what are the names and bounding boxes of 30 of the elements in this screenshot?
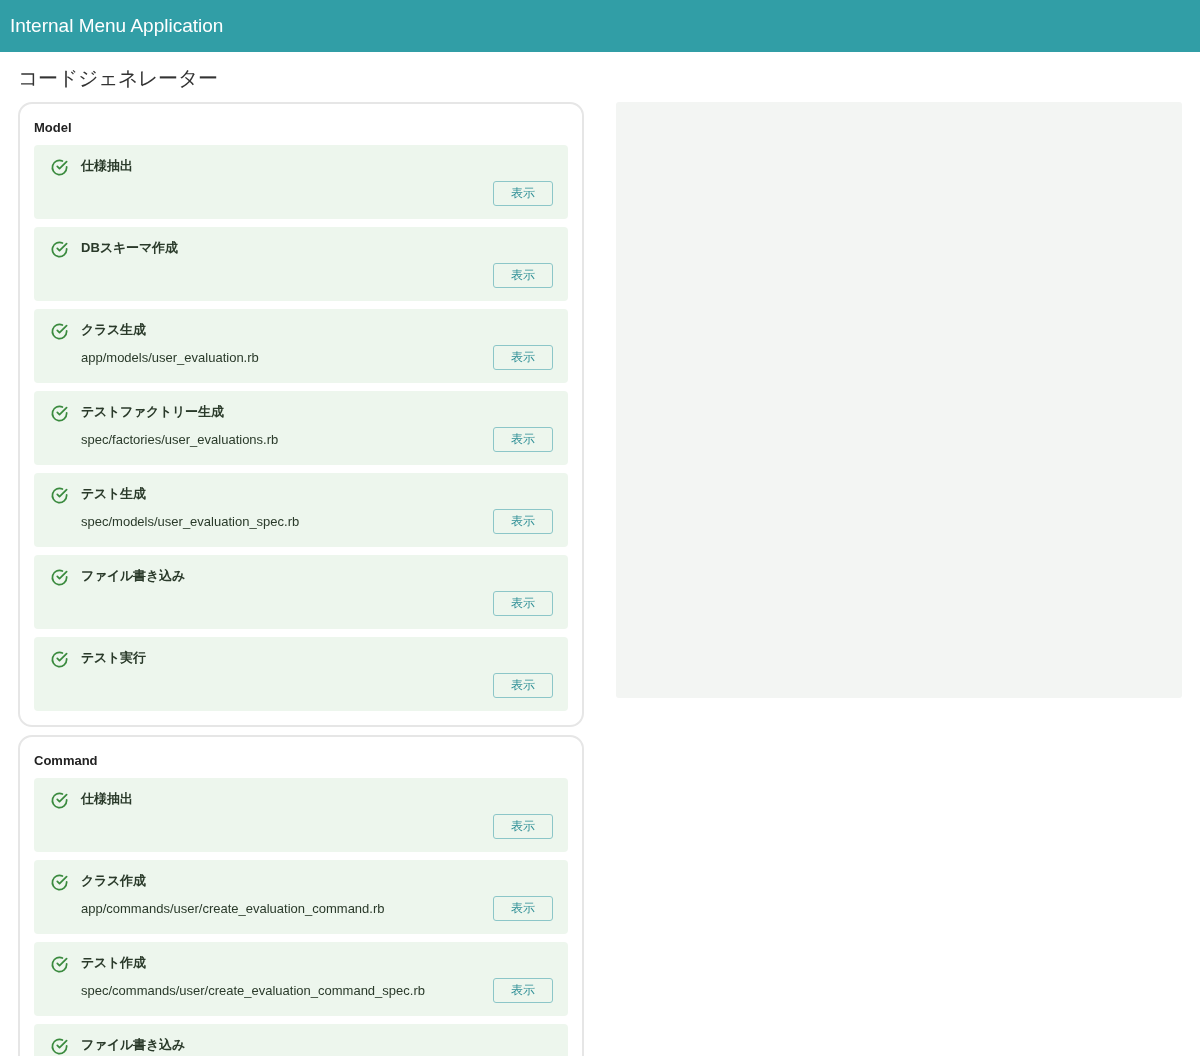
page-title: コードジェネレーター [18,66,219,91]
show-button[interactable]: 表示 [492,896,553,921]
step-title: クラス作成 [81,872,147,890]
step-title: クラス生成 [81,321,147,339]
show-button[interactable]: 表示 [492,427,553,452]
file-path: spec/models/user_evaluation_spec.rb [81,514,300,529]
section-title: Command [34,753,99,768]
show-button[interactable]: 表示 [492,345,553,370]
file-path: app/models/user_evaluation.rb [81,350,259,365]
show-button[interactable]: 表示 [492,673,553,698]
section-title: Model [34,120,73,135]
show-button[interactable]: 表示 [492,978,553,1003]
step-title: テスト生成 [81,485,147,503]
show-button[interactable]: 表示 [492,591,553,616]
step-title: 仕様抽出 [81,157,134,175]
file-path: app/commands/user/create_evaluation_command.rb [81,901,385,916]
step-title: ファイル書き込み [81,1036,186,1054]
show-button[interactable]: 表示 [492,263,553,288]
file-path: spec/factories/user_evaluations.rb [81,432,279,447]
show-button[interactable]: 表示 [492,509,553,534]
step-title: テスト作成 [81,954,147,972]
file-path: spec/commands/user/create_evaluation_command_spec.rb [81,983,425,998]
step-title: ファイル書き込み [81,567,186,585]
step-title: テスト実行 [81,649,147,667]
step-title: テストファクトリー生成 [81,403,225,421]
step-title: 仕様抽出 [81,790,134,808]
app-title: Internal Menu Application [10,15,224,37]
show-button[interactable]: 表示 [492,814,553,839]
step-title: DBスキーマ作成 [81,239,179,257]
show-button[interactable]: 表示 [492,181,553,206]
